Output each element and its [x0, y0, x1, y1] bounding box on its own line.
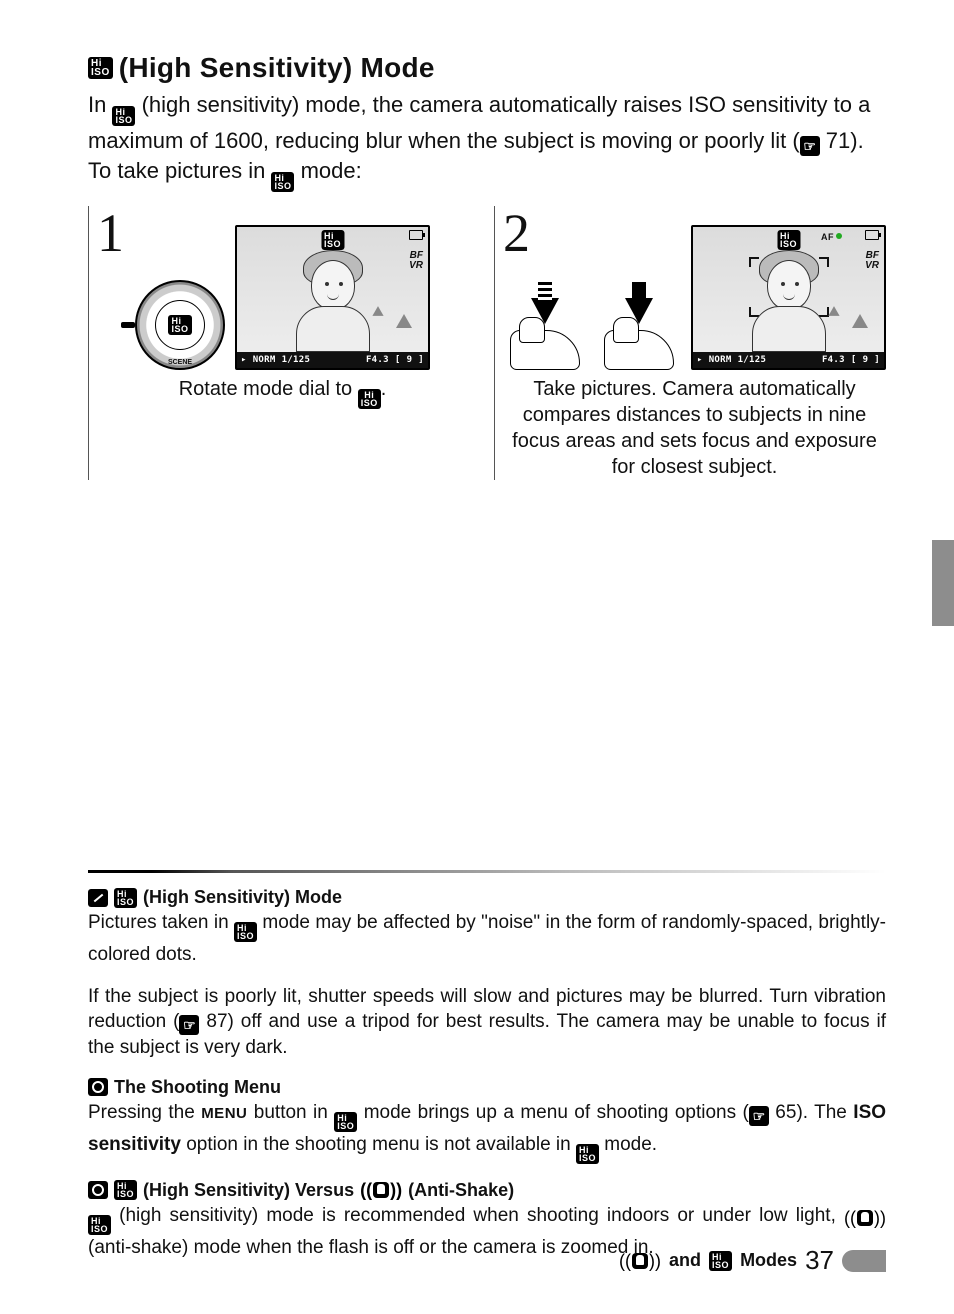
section-thumb-tab: [932, 540, 954, 626]
battery-icon: [865, 230, 879, 240]
settings-icon: [88, 1078, 108, 1096]
note-paragraph: If the subject is poorly lit, shutter sp…: [88, 984, 886, 1061]
hi-iso-icon: HiISO: [321, 230, 344, 250]
anti-shake-icon: (()): [360, 1181, 402, 1199]
note-icon: [88, 889, 108, 907]
hi-iso-icon: HiISO: [114, 1180, 137, 1200]
note-heading: The Shooting Menu: [88, 1077, 886, 1098]
step-caption: Take pictures. Camera automatically comp…: [503, 376, 886, 480]
page-heading: HiISO (High Sensitivity) Mode: [88, 52, 886, 84]
af-indicator: AF: [821, 232, 842, 242]
page-ref-icon: ☞: [179, 1015, 199, 1035]
mode-dial-illustration: HiISO SCENE: [135, 280, 225, 370]
hi-iso-icon: HiISO: [88, 57, 113, 79]
note-heading: HiISO (High Sensitivity) Mode: [88, 887, 886, 908]
page-ref-icon: ☞: [749, 1106, 769, 1126]
full-press-illustration: [597, 298, 681, 370]
anti-shake-icon: (()): [619, 1252, 661, 1270]
lcd-preview-illustration: HiISO BFVR ▸NORM1/125F4.3[9]: [235, 225, 430, 370]
note-paragraph: Pressing the MENU button in HiISO mode b…: [88, 1100, 886, 1164]
hi-iso-icon: HiISO: [88, 1215, 111, 1235]
step-2: 2 HiISO AF BFVR ▸NORM1/125F4.3[9] Ta: [494, 206, 886, 480]
hi-iso-icon: HiISO: [234, 922, 257, 942]
hi-iso-icon: HiISO: [334, 1112, 357, 1132]
settings-icon: [88, 1181, 108, 1199]
lcd-status-bar: ▸NORM1/125F4.3[9]: [237, 352, 428, 368]
step-caption: Rotate mode dial to HiISO.: [97, 376, 468, 409]
note-heading: HiISO (High Sensitivity) Versus (()) (An…: [88, 1180, 886, 1201]
step-1: 1 HiISO SCENE HiISO BFVR ▸NORM1/125F4.3[…: [88, 206, 468, 480]
hi-iso-icon: HiISO: [709, 1251, 732, 1271]
vr-indicator: BFVR: [409, 251, 423, 271]
half-press-illustration: [503, 298, 587, 370]
lcd-status-bar: ▸NORM1/125F4.3[9]: [693, 352, 884, 368]
menu-button-label: MENU: [201, 1105, 247, 1122]
hi-iso-icon: HiISO: [576, 1144, 599, 1164]
hi-iso-icon: HiISO: [358, 389, 381, 409]
intro-paragraph: In HiISO (high sensitivity) mode, the ca…: [88, 90, 886, 192]
page-number: 37: [805, 1245, 834, 1276]
heading-text: (High Sensitivity) Mode: [119, 52, 435, 84]
lcd-preview-illustration: HiISO AF BFVR ▸NORM1/125F4.3[9]: [691, 225, 886, 370]
hi-iso-icon: HiISO: [112, 106, 135, 126]
note-paragraph: Pictures taken in HiISO mode may be affe…: [88, 910, 886, 968]
battery-icon: [409, 230, 423, 240]
hi-iso-icon: HiISO: [168, 315, 191, 335]
hi-iso-icon: HiISO: [271, 172, 294, 192]
hi-iso-icon: HiISO: [114, 888, 137, 908]
footer-tab: [842, 1250, 886, 1272]
hi-iso-icon: HiISO: [777, 230, 800, 250]
anti-shake-icon: (()): [844, 1209, 886, 1227]
vr-indicator: BFVR: [865, 251, 879, 271]
page-ref-icon: ☞: [800, 136, 820, 156]
section-divider: [88, 870, 886, 873]
page-footer: (()) and HiISO Modes 37: [619, 1245, 886, 1276]
